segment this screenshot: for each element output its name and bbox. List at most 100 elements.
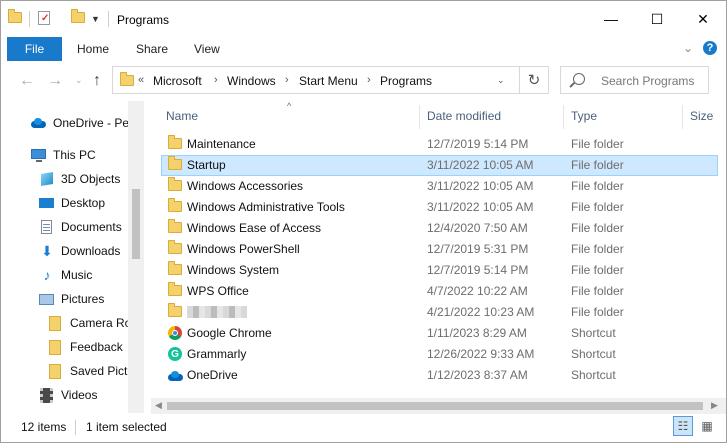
file-date: 1/11/2023 8:29 AM (427, 326, 527, 340)
file-name: OneDrive (187, 368, 238, 382)
nav-item-onedrive[interactable]: OneDrive - Per (31, 112, 133, 134)
nav-item-camera-roll[interactable]: Camera Rol (48, 312, 134, 334)
column-header-date[interactable]: Date modified (427, 109, 501, 123)
refresh-button[interactable]: ↻ (519, 67, 548, 93)
close-button[interactable]: ✕ (680, 1, 726, 37)
list-item[interactable]: 4/21/2022 10:23 AM File folder (161, 302, 718, 323)
nav-item-saved-pictures[interactable]: Saved Pictu (48, 360, 134, 382)
tab-file[interactable]: File (7, 37, 62, 61)
address-dropdown-icon[interactable]: ⌄ (497, 75, 505, 86)
list-item[interactable]: Windows Administrative Tools 3/11/2022 1… (161, 197, 718, 218)
file-date: 4/21/2022 10:23 AM (427, 305, 535, 319)
maximize-button[interactable]: ☐ (634, 1, 680, 37)
file-name: Google Chrome (187, 326, 272, 340)
file-name: Windows System (187, 263, 280, 277)
file-date: 4/7/2022 10:22 AM (427, 284, 528, 298)
breadcrumb-programs[interactable]: Programs (380, 74, 432, 88)
list-item[interactable]: Windows Ease of Access 12/4/2020 7:50 AM… (161, 218, 718, 239)
column-header-type[interactable]: Type (571, 109, 597, 123)
large-icons-view-button[interactable]: ▦ (697, 416, 717, 436)
expand-ribbon-icon[interactable]: ⌄ (683, 41, 693, 55)
chevron-right-icon[interactable]: › (214, 74, 218, 86)
recent-locations-icon[interactable]: ⌄ (75, 75, 83, 86)
nav-item-this-pc[interactable]: This PC (31, 144, 96, 166)
nav-item-feedback[interactable]: Feedback (48, 336, 123, 358)
breadcrumb-microsoft[interactable]: Microsoft (153, 74, 202, 88)
list-item[interactable]: OneDrive 1/12/2023 8:37 AM Shortcut (161, 365, 718, 386)
horizontal-scrollbar[interactable]: ◀ ▶ (151, 398, 726, 414)
scrollbar-thumb[interactable] (167, 402, 703, 410)
folder-icon (168, 282, 182, 296)
nav-item-label: Music (61, 268, 93, 282)
onedrive-icon (31, 116, 47, 130)
nav-item-videos[interactable]: Videos (39, 384, 97, 406)
file-type: Shortcut (571, 347, 616, 361)
up-arrow-icon[interactable]: ↑ (93, 72, 101, 90)
desktop-icon (39, 196, 55, 210)
folder-icon (168, 219, 182, 233)
nav-pane-scrollbar[interactable] (128, 101, 144, 413)
column-divider[interactable] (563, 105, 564, 129)
onedrive-icon (168, 371, 183, 381)
chevron-right-icon[interactable]: › (285, 74, 289, 86)
minimize-button[interactable]: — (588, 1, 634, 37)
chrome-icon (168, 326, 182, 340)
column-divider[interactable] (419, 105, 420, 129)
file-date: 12/4/2020 7:50 AM (427, 221, 528, 235)
breadcrumb-start-menu[interactable]: Start Menu (299, 74, 358, 88)
new-folder-icon[interactable] (71, 9, 85, 23)
tab-home[interactable]: Home (77, 42, 109, 56)
list-item[interactable]: WPS Office 4/7/2022 10:22 AM File folder (161, 281, 718, 302)
list-item[interactable]: Google Chrome 1/11/2023 8:29 AM Shortcut (161, 323, 718, 344)
folder-icon (168, 261, 182, 275)
column-header-name[interactable]: Name (166, 109, 198, 123)
properties-icon[interactable]: ✓ (38, 11, 50, 25)
ribbon-tabs: File Home Share View ⌄ (1, 37, 726, 62)
nav-item-label: Feedback (70, 340, 123, 354)
scroll-left-icon[interactable]: ◀ (155, 400, 162, 411)
nav-item-desktop[interactable]: Desktop (39, 192, 105, 214)
search-box[interactable]: Search Programs (560, 66, 709, 94)
chevron-right-icon[interactable]: › (367, 74, 371, 86)
scroll-right-icon[interactable]: ▶ (711, 400, 718, 411)
nav-item-3d-objects[interactable]: 3D Objects (39, 168, 120, 190)
nav-item-pictures[interactable]: Pictures (39, 288, 104, 310)
nav-item-documents[interactable]: Documents (39, 216, 122, 238)
tab-view[interactable]: View (194, 42, 220, 56)
back-arrow-icon[interactable]: ← (19, 72, 35, 90)
list-item[interactable]: G Grammarly 12/26/2022 9:33 AM Shortcut (161, 344, 718, 365)
customize-toolbar-icon[interactable]: ▼ (91, 14, 100, 24)
divider (29, 11, 30, 27)
file-date: 12/26/2022 9:33 AM (427, 347, 535, 361)
tab-share[interactable]: Share (136, 42, 168, 56)
column-header-size[interactable]: Size (690, 109, 713, 123)
list-item[interactable]: Windows System 12/7/2019 5:14 PM File fo… (161, 260, 718, 281)
file-type: File folder (571, 242, 624, 256)
nav-item-label: Downloads (61, 244, 121, 258)
file-type: Shortcut (571, 326, 616, 340)
nav-item-music[interactable]: ♪ Music (39, 264, 93, 286)
help-icon[interactable]: ? (703, 41, 717, 55)
list-item[interactable]: Windows PowerShell 12/7/2019 5:31 PM Fil… (161, 239, 718, 260)
file-name: Windows PowerShell (187, 242, 300, 256)
address-bar[interactable]: « Microsoft › Windows › Start Menu › Pro… (112, 66, 549, 94)
scrollbar-thumb[interactable] (132, 189, 140, 259)
column-divider[interactable] (682, 105, 683, 129)
nav-item-downloads[interactable]: ⬇ Downloads (39, 240, 120, 262)
forward-arrow-icon[interactable]: → (47, 72, 63, 90)
title-bar: ✓ ▼ Programs — ☐ ✕ (1, 1, 726, 37)
file-type: Shortcut (571, 368, 616, 382)
divider (75, 420, 76, 435)
breadcrumb-overflow[interactable]: « (138, 74, 144, 86)
explorer-window: ✓ ▼ Programs — ☐ ✕ File Home Share View … (0, 0, 727, 443)
breadcrumb-windows[interactable]: Windows (227, 74, 276, 88)
nav-item-label: Videos (61, 388, 98, 402)
file-type: File folder (571, 284, 624, 298)
3d-objects-icon (39, 171, 55, 187)
list-item-selected[interactable]: Startup 3/11/2022 10:05 AM File folder (161, 155, 718, 176)
list-item[interactable]: Windows Accessories 3/11/2022 10:05 AM F… (161, 176, 718, 197)
details-view-button[interactable]: ☷ (673, 416, 693, 436)
sort-ascending-icon: ^ (287, 101, 292, 111)
folder-icon (48, 316, 64, 331)
list-item[interactable]: Maintenance 12/7/2019 5:14 PM File folde… (161, 134, 718, 155)
